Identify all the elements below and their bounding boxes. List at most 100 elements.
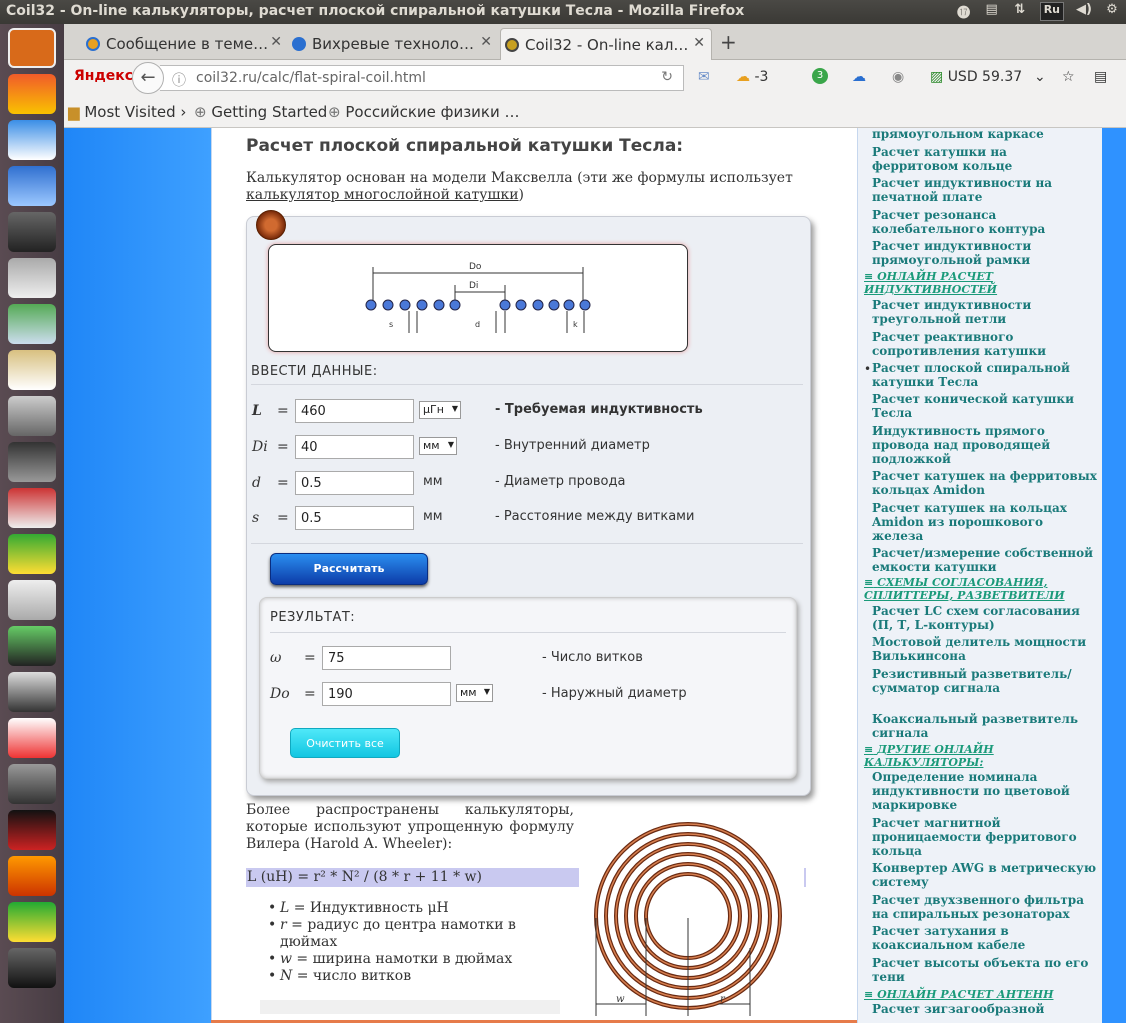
calculate-button[interactable]: Рассчитать bbox=[270, 553, 428, 585]
tab-forum-message[interactable]: Сообщение в теме… ✕ bbox=[82, 28, 288, 60]
mail-icon[interactable]: ✉ bbox=[698, 69, 710, 85]
calculator-panel: Do Di s d k ВВЕСТИ ДАННЫЕ: L = 460 μГн ▼… bbox=[246, 216, 811, 796]
files-icon[interactable] bbox=[8, 350, 56, 390]
text-editor-icon[interactable] bbox=[8, 580, 56, 620]
settings-icon[interactable] bbox=[8, 948, 56, 988]
multilayer-coil-link[interactable]: калькулятор многослойной катушки bbox=[246, 187, 519, 203]
outer-diameter-output[interactable]: 190 bbox=[322, 682, 451, 706]
sidebar-link[interactable]: Расчет/измерение собственной емкости кат… bbox=[872, 546, 1097, 574]
sidebar-link[interactable]: Коаксиальный разветвитель сигнала bbox=[872, 712, 1097, 740]
bookmark-getting-started[interactable]: ⊕ Getting Started bbox=[194, 103, 327, 121]
equalizer-icon[interactable] bbox=[8, 534, 56, 574]
network-manager-icon[interactable] bbox=[8, 304, 56, 344]
weather-widget[interactable]: ☁ -3 bbox=[736, 69, 768, 85]
game-icon[interactable] bbox=[8, 856, 56, 896]
sidebar-link-current[interactable]: Расчет плоской спиральной катушки Тесла bbox=[872, 361, 1097, 389]
reading-list-icon[interactable]: ▤ bbox=[1094, 69, 1107, 85]
terminal-icon[interactable] bbox=[8, 442, 56, 482]
keyboard-layout-indicator[interactable]: Ru bbox=[1039, 2, 1064, 21]
sidebar-link[interactable]: Расчет затухания в коаксиальном кабеле bbox=[872, 924, 1097, 952]
section-title: ОНЛАЙН РАСЧЕТ ИНДУКТИВНОСТЕЙ bbox=[864, 270, 998, 296]
sidebar-link[interactable]: Расчет двухзвенного фильтра на спиральны… bbox=[872, 893, 1097, 921]
calendar-icon[interactable] bbox=[8, 488, 56, 528]
sidebar-link[interactable]: Определение номинала индуктивности по цв… bbox=[872, 770, 1097, 812]
pdf-shuffler-icon[interactable] bbox=[8, 718, 56, 758]
tab-coil32[interactable]: Coil32 - On-line кал… ✕ bbox=[500, 28, 712, 60]
url-bar[interactable]: ⓘ coil32.ru/calc/flat-spiral-coil.html ↻ bbox=[160, 65, 684, 91]
new-tab-button[interactable]: + bbox=[720, 30, 737, 54]
power-icon[interactable]: ⚙ bbox=[1104, 2, 1120, 21]
spacing-input[interactable]: 0.5 bbox=[295, 506, 414, 530]
firefox-icon[interactable] bbox=[8, 28, 56, 68]
turns-output[interactable]: 75 bbox=[322, 646, 451, 670]
close-icon[interactable]: ✕ bbox=[480, 34, 492, 50]
sidebar-link[interactable]: Конвертер AWG в метрическую систему bbox=[872, 861, 1097, 889]
sidebar-link[interactable]: Расчет индуктивности на печатной плате bbox=[872, 176, 1097, 204]
volume-icon[interactable]: ◀) bbox=[1076, 2, 1092, 21]
mail-icon[interactable] bbox=[8, 672, 56, 712]
reload-icon[interactable]: ↻ bbox=[661, 69, 673, 85]
sidebar-link[interactable]: Расчет высоты объекта по его тени bbox=[872, 956, 1097, 984]
diameter-unit-select[interactable]: мм ▼ bbox=[419, 437, 457, 455]
divider bbox=[270, 632, 786, 633]
back-button[interactable]: ← bbox=[132, 62, 164, 94]
tab-vortex-tech[interactable]: Вихревые техноло… ✕ bbox=[288, 28, 498, 60]
clear-all-button[interactable]: Очистить все bbox=[290, 728, 400, 758]
chevron-down-icon: › bbox=[180, 103, 187, 121]
sidebar-link[interactable]: Расчет индуктивности прямоугольной рамки bbox=[872, 239, 1097, 267]
sidebar-link[interactable]: Расчет LC схем согласования (П, Т, L-кон… bbox=[872, 604, 1097, 632]
sidebar-link[interactable]: Расчет реактивного сопротивления катушки bbox=[872, 330, 1097, 358]
help-icon[interactable] bbox=[8, 120, 56, 160]
sidebar-link[interactable]: Расчет индуктивности треугольной петли bbox=[872, 298, 1097, 326]
wire-diameter-input[interactable]: 0.5 bbox=[295, 471, 414, 495]
sidebar-link[interactable]: Мостовой делитель мощности Вилькинсона bbox=[872, 635, 1097, 663]
sidebar-section-antennas[interactable]: ≡ ОНЛАЙН РАСЧЕТ АНТЕНН bbox=[864, 988, 1094, 1001]
yandex-logo[interactable]: Яндекс bbox=[74, 68, 133, 84]
hp-icon[interactable]: ⓱ bbox=[956, 2, 972, 21]
toolbox-icon[interactable] bbox=[8, 902, 56, 942]
sidebar-link[interactable]: Резистивный разветвитель/сумматор сигнал… bbox=[872, 667, 1097, 695]
chevron-down-icon[interactable]: ⌄ bbox=[1034, 69, 1046, 85]
close-icon[interactable]: ✕ bbox=[693, 35, 705, 51]
bookmark-russian-physicists[interactable]: ⊕ Российские физики … bbox=[328, 103, 520, 121]
scanner-icon[interactable] bbox=[8, 396, 56, 436]
sidebar-section-inductance[interactable]: ≡ ОНЛАЙН РАСЧЕТ ИНДУКТИВНОСТЕЙ bbox=[864, 270, 1094, 296]
ad-banner[interactable] bbox=[260, 1000, 560, 1014]
disk-icon[interactable] bbox=[8, 212, 56, 252]
inductance-unit-select[interactable]: μГн ▼ bbox=[419, 401, 461, 419]
sidebar-link[interactable]: Расчет зигзагообразной bbox=[872, 1002, 1097, 1016]
sidebar-link[interactable]: Расчет магнитной проницаемости ферритово… bbox=[872, 816, 1097, 858]
weather-icon: ☁ bbox=[736, 69, 750, 85]
variable-text: = радиус до центра намотки в дюймах bbox=[280, 917, 516, 950]
sidebar-link[interactable]: Расчет катушек на кольцах Amidon из поро… bbox=[872, 501, 1097, 543]
screenshot-icon[interactable]: ◉ bbox=[892, 69, 904, 85]
outer-diameter-unit-select[interactable]: мм ▼ bbox=[456, 684, 493, 702]
sidebar-link[interactable]: Расчет катушки на ферритовом кольце bbox=[872, 145, 1097, 173]
currency-widget[interactable]: ▨ USD 59.37 bbox=[930, 69, 1022, 85]
bookmark-label: Most Visited bbox=[84, 103, 176, 121]
sidebar-link[interactable]: Индуктивность прямого провода над провод… bbox=[872, 424, 1097, 466]
archive-icon[interactable] bbox=[8, 764, 56, 804]
info-icon[interactable]: ⓘ bbox=[172, 70, 186, 90]
hp-launcher-icon[interactable] bbox=[8, 166, 56, 206]
sidebar-section-matching[interactable]: ≡ СХЕМЫ СОГЛАСОВАНИЯ, СПЛИТТЕРЫ, РАЗВЕТВ… bbox=[864, 576, 1094, 602]
evolution-icon[interactable] bbox=[8, 626, 56, 666]
bookmark-star-icon[interactable]: ☆ bbox=[1062, 69, 1075, 85]
sidebar-link[interactable]: прямоугольном каркасе bbox=[872, 128, 1097, 141]
inner-diameter-input[interactable]: 40 bbox=[295, 435, 414, 459]
software-center-icon[interactable] bbox=[8, 74, 56, 114]
tab-bar: Сообщение в теме… ✕ Вихревые техноло… ✕ … bbox=[64, 24, 1126, 60]
network-icon[interactable]: ⇅ bbox=[1012, 2, 1028, 21]
sidebar-link[interactable]: Расчет конической катушки Тесла bbox=[872, 392, 1097, 420]
sidebar-link[interactable]: Расчет катушек на ферритовых кольцах Ami… bbox=[872, 469, 1097, 497]
printer-icon[interactable] bbox=[8, 258, 56, 298]
yandex-disk-icon[interactable]: ☁ bbox=[852, 69, 866, 85]
sidebar-link[interactable]: Расчет резонанса колебательного контура bbox=[872, 208, 1097, 236]
clipboard-icon[interactable]: ▤ bbox=[984, 2, 1000, 21]
inductance-input[interactable]: 460 bbox=[295, 399, 414, 423]
notification-badge[interactable]: 3 bbox=[812, 68, 828, 84]
sidebar-section-other[interactable]: ≡ ДРУГИЕ ОНЛАЙН КАЛЬКУЛЯТОРЫ: bbox=[864, 743, 1094, 769]
par-icon[interactable] bbox=[8, 810, 56, 850]
close-icon[interactable]: ✕ bbox=[270, 34, 282, 50]
bookmark-most-visited[interactable]: ▆ Most Visited › bbox=[68, 103, 186, 121]
